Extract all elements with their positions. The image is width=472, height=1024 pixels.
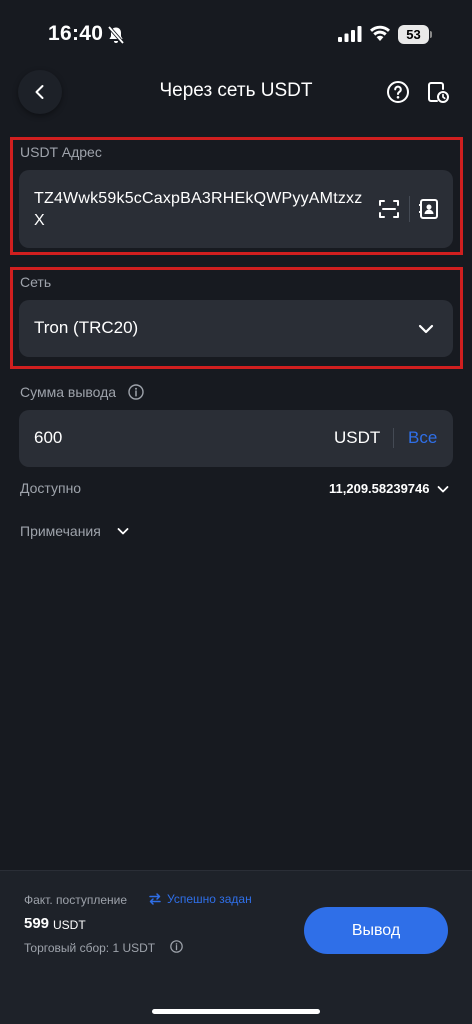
withdraw-button[interactable]: Вывод <box>304 907 448 954</box>
amount-divider <box>393 428 394 448</box>
contacts-icon[interactable] <box>418 198 440 220</box>
amount-label: Сумма вывода <box>20 384 117 400</box>
status-time: 16:40 <box>48 22 104 45</box>
swap-icon <box>149 893 161 905</box>
chevron-down-icon[interactable] <box>116 524 130 538</box>
amount-input[interactable]: 600 <box>34 428 62 448</box>
home-indicator <box>152 1009 320 1014</box>
signal-icon <box>338 26 362 42</box>
network-value: Tron (TRC20) <box>34 318 139 337</box>
amount-unit: USDT <box>334 428 381 447</box>
available-label: Доступно <box>20 480 82 496</box>
help-icon[interactable] <box>386 80 410 104</box>
notes-toggle[interactable]: Примечания <box>20 523 101 539</box>
network-label: Сеть <box>20 274 52 290</box>
received-unit: USDT <box>53 918 86 932</box>
address-input[interactable]: TZ4Wwk59k5cCaxpBA3RHEkQWPyyAMtzxzX <box>34 188 364 232</box>
wifi-icon <box>370 25 390 41</box>
chevron-down-icon <box>418 324 434 334</box>
status-bar: 16:40 53 <box>0 0 472 70</box>
field-divider <box>409 196 410 222</box>
all-button[interactable]: Все <box>408 428 437 448</box>
battery-level: 53 <box>398 25 429 44</box>
received-value: 599 <box>24 915 50 932</box>
bell-off-icon <box>107 25 125 45</box>
chevron-down-icon[interactable] <box>436 482 450 496</box>
amount-field[interactable]: 600 USDT Все <box>19 410 453 467</box>
fee-text: Торговый сбор: 1 USDT <box>24 941 156 955</box>
info-icon[interactable] <box>128 384 144 400</box>
address-label: USDT Адрес <box>20 144 102 160</box>
address-field[interactable]: TZ4Wwk59k5cCaxpBA3RHEkQWPyyAMtzxzX <box>19 170 453 248</box>
battery-icon: 53 <box>398 25 432 44</box>
available-value[interactable]: 11,209.58239746 <box>329 481 430 496</box>
scan-icon[interactable] <box>378 198 400 220</box>
bottom-panel: Факт. поступление Успешно задан 599 USDT… <box>0 870 472 1024</box>
network-select[interactable]: Tron (TRC20) <box>19 300 453 357</box>
header: Через сеть USDT <box>0 68 472 116</box>
fact-label: Факт. поступление <box>24 893 127 907</box>
info-icon[interactable] <box>170 940 183 953</box>
history-icon[interactable] <box>426 80 450 104</box>
success-status[interactable]: Успешно задан <box>167 892 252 906</box>
